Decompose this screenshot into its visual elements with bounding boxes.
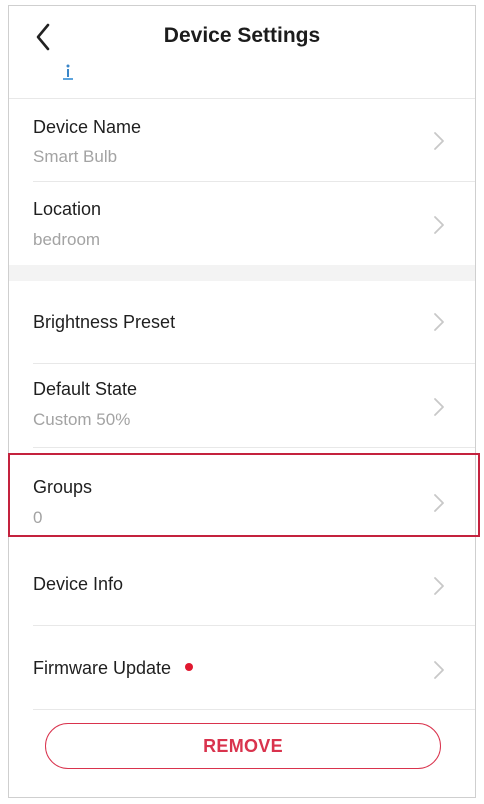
groups-value: 0 xyxy=(33,508,43,527)
divider xyxy=(33,709,475,710)
chevron-right-icon xyxy=(434,398,444,416)
location-value: bedroom xyxy=(33,230,101,249)
device-name-row[interactable]: Device Name Smart Bulb xyxy=(9,99,475,182)
section-spacer xyxy=(9,265,475,281)
firmware-update-label: Firmware Update xyxy=(33,658,172,678)
device-info-row[interactable]: Device Info xyxy=(9,543,475,626)
header: Device Settings xyxy=(9,6,475,99)
update-indicator-dot xyxy=(185,663,194,672)
location-label: Location xyxy=(33,199,102,219)
device-name-value: Smart Bulb xyxy=(33,147,118,166)
chevron-right-icon xyxy=(434,313,444,331)
settings-screen: Device Settings Device Name Smart Bulb L… xyxy=(8,5,480,798)
groups-label: Groups xyxy=(33,477,93,497)
device-name-label: Device Name xyxy=(33,117,142,137)
device-status-icon xyxy=(63,64,73,80)
default-state-label: Default State xyxy=(33,379,138,399)
default-state-value: Custom 50% xyxy=(33,410,131,429)
groups-row[interactable]: Groups 0 xyxy=(9,453,475,537)
location-row[interactable]: Location bedroom xyxy=(9,182,475,265)
chevron-right-icon xyxy=(434,577,444,595)
chevron-right-icon xyxy=(434,132,444,150)
chevron-right-icon xyxy=(434,661,444,679)
default-state-row[interactable]: Default State Custom 50% xyxy=(9,364,475,448)
remove-button[interactable]: REMOVE xyxy=(45,723,441,769)
brightness-preset-row[interactable]: Brightness Preset xyxy=(9,281,475,364)
device-info-label: Device Info xyxy=(33,574,124,594)
page-title: Device Settings xyxy=(163,24,321,47)
brightness-preset-label: Brightness Preset xyxy=(33,312,176,332)
chevron-right-icon xyxy=(434,216,444,234)
chevron-right-icon xyxy=(434,494,444,512)
firmware-update-label-wrap: Firmware Update xyxy=(33,658,194,679)
divider xyxy=(33,447,475,448)
firmware-update-row[interactable]: Firmware Update xyxy=(9,626,475,710)
